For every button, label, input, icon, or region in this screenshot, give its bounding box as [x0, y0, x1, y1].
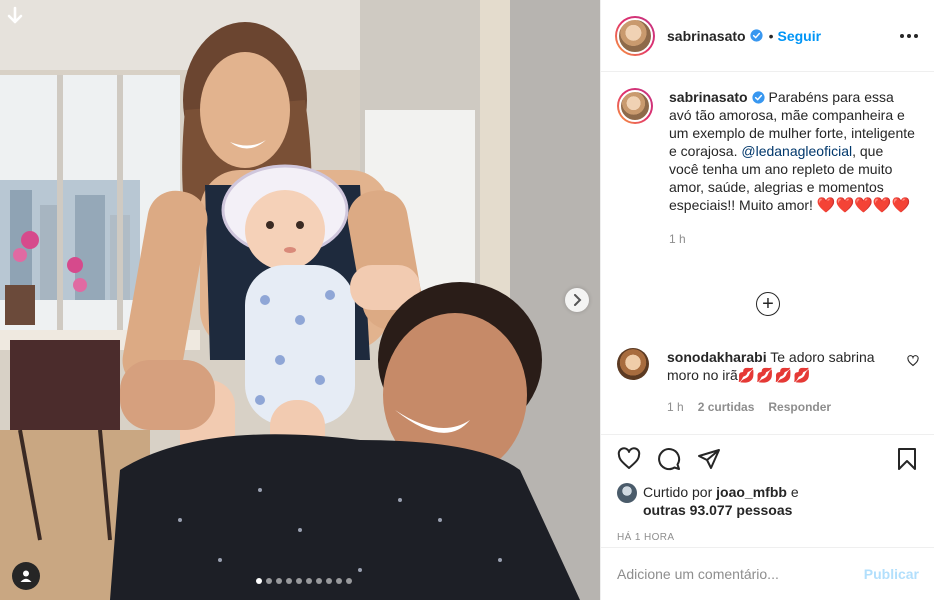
verified-badge-icon: [752, 91, 765, 104]
comment-like-heart-icon[interactable]: [907, 354, 919, 416]
caption-body: sabrinasato Parabéns para essa avó tão a…: [669, 88, 915, 248]
carousel-dot: [316, 578, 322, 584]
caption-hearts: ❤️❤️❤️❤️❤️: [816, 197, 911, 214]
author-username[interactable]: sabrinasato: [667, 28, 746, 44]
chevron-right-icon: [574, 294, 582, 306]
post-photo[interactable]: [0, 0, 600, 600]
heart-icon[interactable]: [617, 447, 641, 471]
user-tag-icon: [20, 570, 32, 582]
carousel-dot: [286, 578, 292, 584]
user-tag-button[interactable]: [12, 562, 40, 590]
verified-badge-icon: [750, 29, 763, 42]
post-details-panel: sabrinasato • Seguir sabrinasato Parabén…: [600, 0, 934, 600]
caption: sabrinasato Parabéns para essa avó tão a…: [617, 88, 918, 248]
liked-by: Curtido por joao_mfbb e outras 93.077 pe…: [617, 483, 919, 519]
comment-likes[interactable]: 2 curtidas: [698, 398, 755, 416]
post-header: sabrinasato • Seguir: [601, 0, 934, 72]
comment-icon[interactable]: [657, 447, 681, 471]
liked-by-text: Curtido por joao_mfbb e outras 93.077 pe…: [643, 483, 799, 519]
carousel-dot: [296, 578, 302, 584]
carousel-dot: [276, 578, 282, 584]
separator-dot: •: [768, 27, 774, 44]
arrow-down-icon[interactable]: [6, 6, 24, 26]
liked-by-prefix: Curtido por: [643, 484, 717, 500]
photo-scene: [0, 0, 600, 600]
liked-by-user[interactable]: joao_mfbb: [716, 484, 787, 500]
share-icon[interactable]: [697, 447, 721, 471]
liker-avatar[interactable]: [617, 483, 637, 503]
liked-by-and: e: [786, 484, 799, 500]
action-icons: [617, 435, 919, 483]
next-photo-button[interactable]: [565, 288, 589, 312]
comment-meta: 1 h 2 curtidas Responder: [667, 398, 889, 416]
reply-button[interactable]: Responder: [768, 398, 831, 416]
carousel-indicator: [256, 578, 352, 584]
bookmark-icon[interactable]: [895, 447, 919, 471]
liked-by-others[interactable]: outras 93.077 pessoas: [643, 502, 792, 518]
caption-mention[interactable]: @ledanagleoficial: [741, 143, 852, 159]
plus-circle-icon: +: [762, 293, 774, 315]
comment-item: sonodakharabi Te adoro sabrina moro no i…: [617, 348, 919, 416]
comment-kisses: 💋💋💋💋: [737, 367, 812, 383]
caption-time[interactable]: 1 h: [669, 230, 915, 248]
post-timestamp[interactable]: HÁ 1 HORA: [617, 532, 919, 543]
author-avatar[interactable]: [615, 15, 655, 56]
more-horizontal-icon[interactable]: [900, 33, 918, 38]
caption-avatar[interactable]: [617, 88, 653, 124]
comment-input[interactable]: [617, 566, 864, 582]
add-comment-bar: Publicar: [601, 547, 934, 600]
publish-button[interactable]: Publicar: [864, 566, 919, 582]
carousel-dot: [306, 578, 312, 584]
carousel-dot: [266, 578, 272, 584]
carousel-dot: [256, 578, 262, 584]
caption-username[interactable]: sabrinasato: [669, 89, 748, 105]
carousel-dot: [326, 578, 332, 584]
carousel-dot: [346, 578, 352, 584]
load-more-comments-button[interactable]: +: [756, 292, 780, 316]
follow-button[interactable]: Seguir: [778, 28, 822, 44]
comment-time[interactable]: 1 h: [667, 398, 684, 416]
comments-area: sabrinasato Parabéns para essa avó tão a…: [601, 72, 934, 434]
comment-body: sonodakharabi Te adoro sabrina moro no i…: [667, 348, 889, 416]
commenter-username[interactable]: sonodakharabi: [667, 349, 767, 365]
carousel-dot: [336, 578, 342, 584]
commenter-avatar[interactable]: [617, 348, 649, 380]
post-actions: Curtido por joao_mfbb e outras 93.077 pe…: [601, 434, 934, 543]
